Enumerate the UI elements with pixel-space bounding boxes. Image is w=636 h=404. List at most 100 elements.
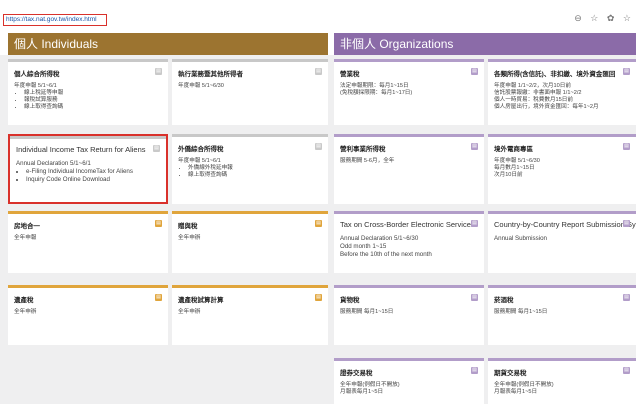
card-title[interactable]: Tax on Cross-Border Electronic Services xyxy=(340,220,475,229)
card-link[interactable]: 外僑線外稅延申報 xyxy=(188,165,322,172)
card-body: 年度申報 5/1~6/30 每月數月1~15日 次月10日前 xyxy=(494,158,630,179)
card-title[interactable]: 期貨交易稅 xyxy=(494,367,527,377)
service-card-c9[interactable]: 房地合一 ▤ 全年申報 xyxy=(8,211,168,273)
card-top-stripe xyxy=(172,285,328,288)
document-icon[interactable]: ▤ xyxy=(623,220,630,227)
card-body: 全年申辦 xyxy=(178,235,322,242)
card-body: 法定申報期限：每月1~15日 (免稅額採限期：每月1~17日) xyxy=(340,83,478,97)
card-line: 全年申報(例假日不開放) xyxy=(494,382,554,388)
service-card-c2[interactable]: 執行業務暨其他所得者 ▤ 年度申報 5/1~6/30 xyxy=(172,59,328,125)
document-icon[interactable]: ▤ xyxy=(623,367,630,374)
document-icon[interactable]: ▤ xyxy=(155,294,162,301)
card-top-stripe xyxy=(8,211,168,214)
card-title[interactable]: 執行業務暨其他所得者 xyxy=(178,68,243,78)
card-line: 全年申辦 xyxy=(178,235,201,241)
service-card-c18[interactable]: 期貨交易稅 ▤ 全年申報(例假日不開放) 月報表每月1~5日 xyxy=(488,358,636,404)
card-body: 全年申辦 xyxy=(178,309,322,316)
card-line: 全年申報 xyxy=(14,235,37,241)
service-card-c12[interactable]: Country-by-Country Report Submission Sys… xyxy=(488,211,636,273)
service-card-c13[interactable]: 遺產稅 ▤ 全年申辦 xyxy=(8,285,168,345)
card-title[interactable]: 個人綜合所得稅 xyxy=(14,68,60,78)
card-line: 全年申報(例假日不開放) xyxy=(340,382,400,388)
card-body: 年度申報 5/1~6/30 xyxy=(178,83,322,90)
service-card-c4[interactable]: 各類所得(含信託)、非扣繳、境外資金匯回 ▤ 年度申報 1/1~2/2，次月10日前… xyxy=(488,59,636,125)
document-icon[interactable]: ▤ xyxy=(315,220,322,227)
document-icon[interactable]: ▤ xyxy=(623,68,630,75)
card-line: 全年申辦 xyxy=(14,309,37,315)
card-body: 服務期間 每月1~15日 xyxy=(340,309,478,316)
card-title[interactable]: 贈與稅 xyxy=(178,220,198,230)
card-link[interactable]: 線上取得查詢碼 xyxy=(188,172,322,179)
document-icon[interactable]: ▤ xyxy=(623,294,630,301)
document-icon[interactable]: ▤ xyxy=(155,220,162,227)
card-top-stripe xyxy=(488,211,636,214)
card-title[interactable]: 貨物稅 xyxy=(340,294,360,304)
service-card-c6[interactable]: 外僑綜合所得稅 ▤ 年度申報 5/1~6/1外僑線外稅延申報線上取得查詢碼 xyxy=(172,134,328,204)
document-icon[interactable]: ▤ xyxy=(315,68,322,75)
document-icon[interactable]: ▤ xyxy=(315,143,322,150)
card-body: 全年申報 xyxy=(14,235,162,242)
service-card-c15[interactable]: 貨物稅 ▤ 服務期間 每月1~15日 xyxy=(334,285,484,345)
card-title[interactable]: 各類所得(含信託)、非扣繳、境外資金匯回 xyxy=(494,68,615,78)
card-line: 月報表每月1~5日 xyxy=(340,389,384,395)
card-line: 服務期間 每月1~15日 xyxy=(340,309,394,315)
card-title[interactable]: 外僑綜合所得稅 xyxy=(178,143,224,153)
card-body: 服務期間 5-6月，全年 xyxy=(340,158,478,165)
document-icon[interactable]: ▤ xyxy=(155,68,162,75)
card-title[interactable]: Individual Income Tax Return for Aliens xyxy=(16,145,146,154)
card-line: 年度申報 5/1~6/1 xyxy=(14,83,57,89)
document-icon[interactable]: ▤ xyxy=(471,367,478,374)
service-card-c8[interactable]: 境外電商專區 ▤ 年度申報 5/1~6/30 每月數月1~15日 次月10日前 xyxy=(488,134,636,204)
card-title[interactable]: 房地合一 xyxy=(14,220,40,230)
card-link[interactable]: e-Filing Individual IncomeTax for Aliens xyxy=(26,168,160,176)
card-line: 個人房屋出行，境外資金匯回：每年1~2月 xyxy=(494,104,599,110)
document-icon[interactable]: ▤ xyxy=(471,294,478,301)
document-icon[interactable]: ▤ xyxy=(471,143,478,150)
card-link[interactable]: 線上稅延等申報 xyxy=(24,90,162,97)
card-title[interactable]: 遺產稅 xyxy=(14,294,34,304)
document-icon[interactable]: ▤ xyxy=(623,143,630,150)
url-field[interactable]: https://tax.nat.gov.tw/index.html xyxy=(3,14,107,26)
card-top-stripe xyxy=(488,134,636,137)
card-top-stripe xyxy=(10,136,166,139)
browser-address-bar: https://tax.nat.gov.tw/index.html ⊖ ☆ ✿ … xyxy=(0,0,636,32)
card-line: 法定申報期限：每月1~15日 xyxy=(340,83,409,89)
service-card-c5[interactable]: Individual Income Tax Return for Aliens ▤… xyxy=(8,134,168,204)
card-link[interactable]: Inquiry Code Online Download xyxy=(26,176,160,184)
card-line: Odd month 1~15 xyxy=(340,243,387,250)
card-title[interactable]: 菸酒稅 xyxy=(494,294,514,304)
card-title[interactable]: 遺產稅試算計算 xyxy=(178,294,224,304)
card-top-stripe xyxy=(334,358,484,361)
card-title[interactable]: 營利事業所得稅 xyxy=(340,143,386,153)
browser-toolbar-icons[interactable]: ⊖ ☆ ✿ ☆ xyxy=(574,13,634,24)
card-title[interactable]: 證券交易稅 xyxy=(340,367,373,377)
card-title[interactable]: Country-by-Country Report Submission Sys… xyxy=(494,220,636,229)
document-icon[interactable]: ▤ xyxy=(153,145,160,152)
service-card-c16[interactable]: 菸酒稅 ▤ 服務期間 每月1~15日 xyxy=(488,285,636,345)
service-card-c7[interactable]: 營利事業所得稅 ▤ 服務期間 5-6月，全年 xyxy=(334,134,484,204)
card-link[interactable]: 報稅試算服務 xyxy=(24,97,162,104)
card-body: 年度申報 5/1~6/1外僑線外稅延申報線上取得查詢碼 xyxy=(178,158,322,179)
service-card-c10[interactable]: 贈與稅 ▤ 全年申辦 xyxy=(172,211,328,273)
service-card-c14[interactable]: 遺產稅試算計算 ▤ 全年申辦 xyxy=(172,285,328,345)
service-card-c3[interactable]: 營業稅 ▤ 法定申報期限：每月1~15日 (免稅額採限期：每月1~17日) xyxy=(334,59,484,125)
card-line: 年度申報 1/1~2/2，次月10日前 xyxy=(494,83,571,89)
card-body: 年度申報 1/1~2/2，次月10日前 信託股票報繳：非書面申報 1/1~2/2 個… xyxy=(494,83,630,111)
document-icon[interactable]: ▤ xyxy=(471,68,478,75)
service-card-c11[interactable]: Tax on Cross-Border Electronic Services ▤… xyxy=(334,211,484,273)
card-title[interactable]: 營業稅 xyxy=(340,68,360,78)
document-icon[interactable]: ▤ xyxy=(315,294,322,301)
service-card-c17[interactable]: 證券交易稅 ▤ 全年申報(例假日不開放) 月報表每月1~5日 xyxy=(334,358,484,404)
card-title[interactable]: 境外電商專區 xyxy=(494,143,533,153)
document-icon[interactable]: ▤ xyxy=(471,220,478,227)
card-link[interactable]: 線上取得查詢碼 xyxy=(24,104,162,111)
card-body: Annual Submission xyxy=(494,235,630,243)
card-top-stripe xyxy=(334,285,484,288)
card-line: 年度申報 5/1~6/30 xyxy=(494,158,540,164)
card-top-stripe xyxy=(172,211,328,214)
card-link-list: 線上稅延等申報報稅試算服務線上取得查詢碼 xyxy=(14,90,162,111)
card-line: Annual Declaration 5/1~6/30 xyxy=(340,235,419,242)
card-line: 年度申報 5/1~6/30 xyxy=(178,83,224,89)
card-body: 年度申報 5/1~6/1線上稅延等申報報稅試算服務線上取得查詢碼 xyxy=(14,83,162,111)
service-card-c1[interactable]: 個人綜合所得稅 ▤ 年度申報 5/1~6/1線上稅延等申報報稅試算服務線上取得查詢碼 xyxy=(8,59,168,125)
